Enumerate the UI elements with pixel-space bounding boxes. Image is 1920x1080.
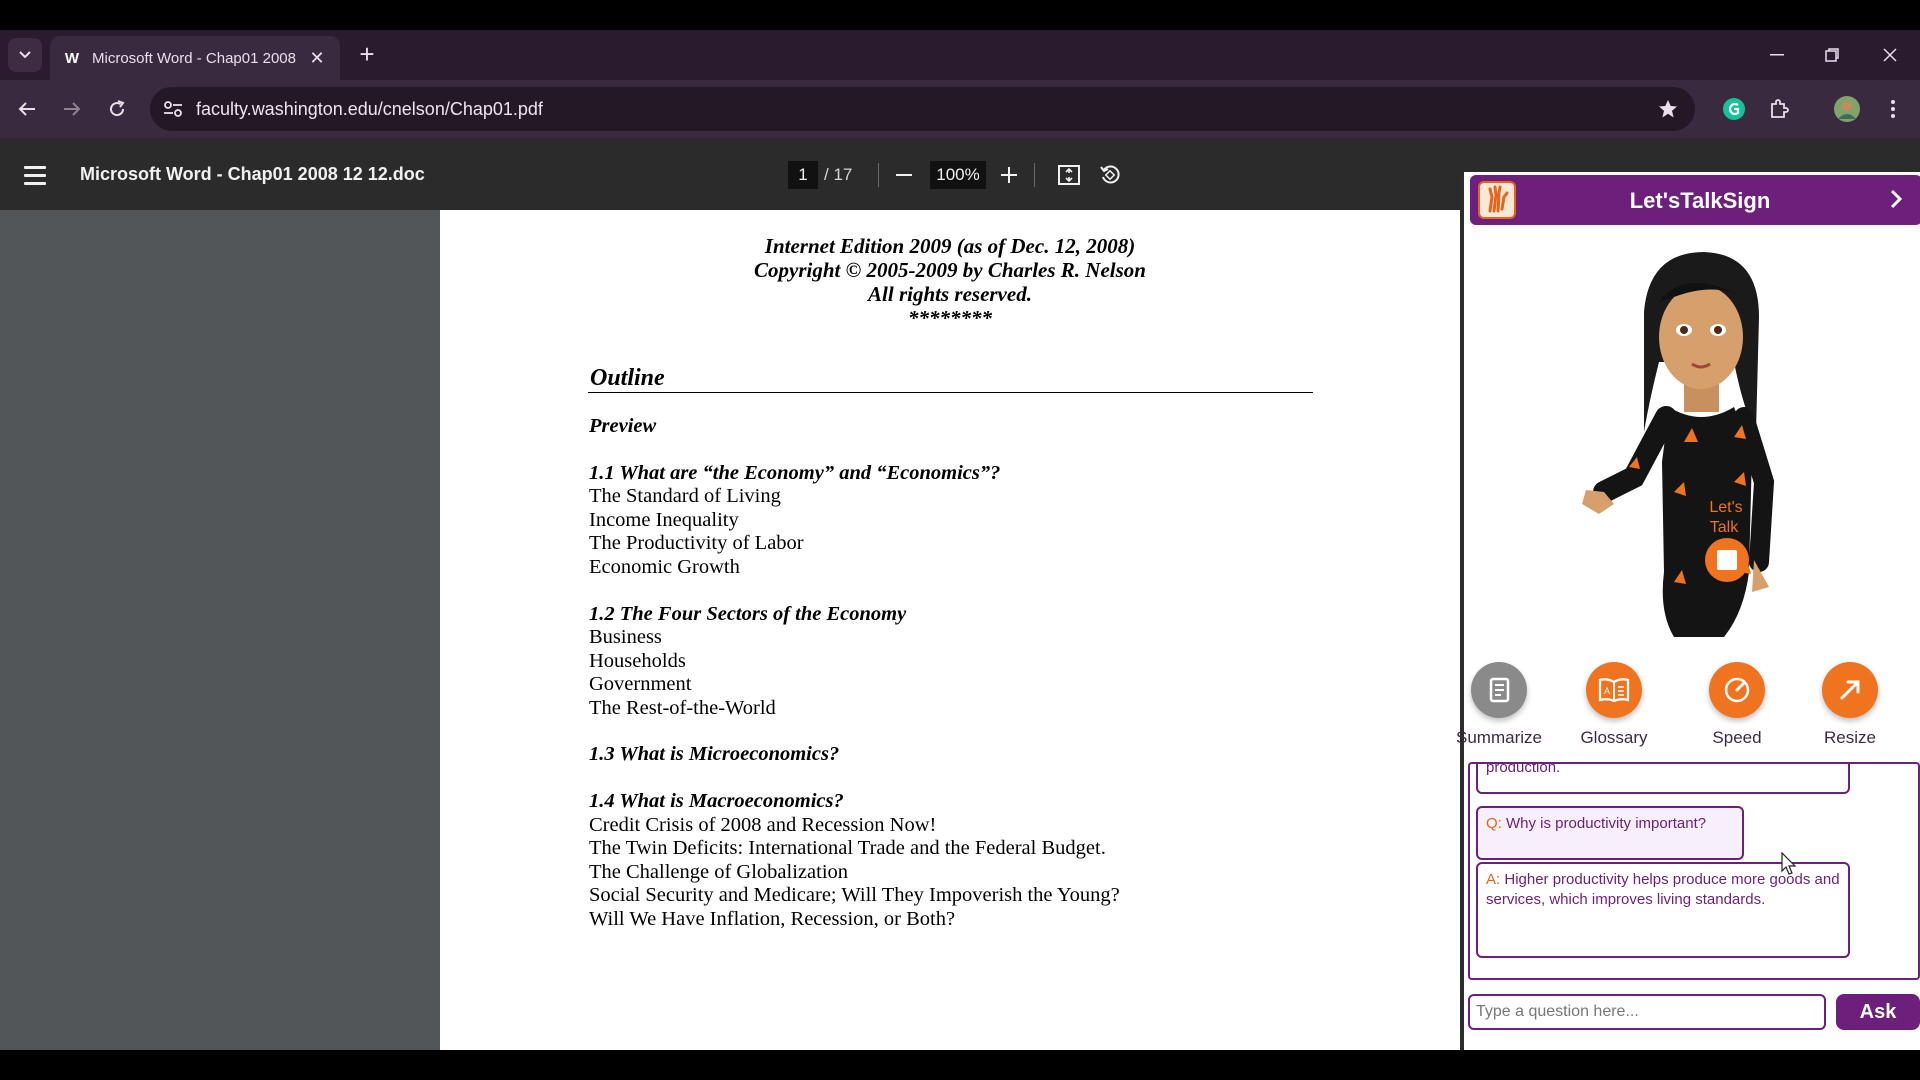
outline-line: Business	[589, 626, 662, 648]
outline-heading: Outline	[590, 365, 665, 391]
speed-gauge-icon	[1709, 662, 1765, 718]
rotate-icon[interactable]	[1095, 160, 1125, 190]
browser-tab[interactable]: W Microsoft Word - Chap01 2008 12 12.doc…	[50, 36, 340, 80]
outline-line: Income Inequality	[589, 509, 739, 531]
header-line: All rights reserved.	[868, 282, 1032, 306]
tab-strip: W Microsoft Word - Chap01 2008 12 12.doc…	[0, 30, 1920, 80]
forward-icon[interactable]	[55, 92, 89, 126]
answer-prefix: A:	[1486, 871, 1501, 888]
profile-avatar[interactable]	[1830, 92, 1864, 126]
outline-line: The Productivity of Labor	[589, 532, 804, 554]
pdf-title: Microsoft Word - Chap01 2008 12 12.doc	[80, 164, 425, 184]
svg-text:A: A	[1604, 686, 1610, 696]
tool-label: Resize	[1824, 728, 1876, 747]
answer-bubble-previous: production.	[1476, 762, 1850, 794]
outline-line: Preview	[589, 415, 657, 437]
glossary-book-icon: A	[1586, 662, 1642, 718]
zoom-input[interactable]: 100%	[930, 161, 986, 189]
site-info-icon[interactable]	[160, 96, 186, 122]
grammarly-icon[interactable]	[1717, 92, 1751, 126]
question-bubble: Q: Why is productivity important?	[1476, 806, 1744, 860]
question-prefix: Q:	[1486, 815, 1502, 832]
outline-line: 1.4 What is Macroeconomics?	[589, 790, 844, 812]
zoom-out-icon[interactable]	[889, 160, 919, 190]
letstalksign-panel: Let'sTalkSign Let's Talk Summarize A Glo…	[1456, 172, 1920, 1050]
outline-line: 1.3 What is Microeconomics?	[589, 743, 840, 765]
menu-dots-icon[interactable]	[1876, 92, 1910, 126]
chat-history[interactable]: production. Q: Why is productivity impor…	[1468, 762, 1920, 980]
zoom-in-icon[interactable]	[994, 160, 1024, 190]
header-line: Internet Edition 2009 (as of Dec. 12, 20…	[764, 234, 1136, 258]
close-icon[interactable]	[1870, 40, 1910, 70]
resize-arrow-icon	[1822, 662, 1878, 718]
back-icon[interactable]	[10, 92, 44, 126]
outline-line: Will We Have Inflation, Recession, or Bo…	[589, 908, 956, 930]
outline-line: The Rest-of-the-World	[589, 697, 776, 719]
tab-search-icon[interactable]	[8, 38, 42, 72]
dress-text: Talk	[1710, 519, 1739, 536]
address-bar[interactable]: faculty.washington.edu/cnelson/Chap01.pd…	[150, 87, 1695, 131]
fit-page-icon[interactable]	[1054, 160, 1084, 190]
ask-button[interactable]: Ask	[1836, 994, 1920, 1030]
tab-close-icon[interactable]: ✕	[306, 48, 328, 69]
outline-rule	[588, 392, 1313, 393]
word-favicon-icon: W	[64, 49, 80, 67]
tool-label: Glossary	[1580, 728, 1648, 747]
outline-line: The Twin Deficits: International Trade a…	[589, 837, 1106, 859]
outline-line: Credit Crisis of 2008 and Recession Now!	[589, 814, 937, 836]
toolbar-divider	[878, 163, 879, 187]
outline-line: Economic Growth	[589, 556, 740, 578]
toolbar-divider	[1034, 163, 1035, 187]
pdf-page: Internet Edition 2009 (as of Dec. 12, 20…	[440, 210, 1460, 1050]
tool-label: Summarize	[1456, 728, 1542, 747]
restore-icon[interactable]	[1812, 40, 1852, 70]
page-total: / 17	[824, 165, 853, 184]
outline-line: Households	[589, 650, 686, 672]
outline-line: Social Security and Medicare; Will They …	[589, 884, 1120, 906]
tab-title: Microsoft Word - Chap01 2008 12 12.doc	[92, 49, 297, 67]
outline-line: The Standard of Living	[589, 485, 781, 507]
speed-button[interactable]: Speed	[1682, 662, 1792, 748]
lts-header: Let'sTalkSign	[1470, 175, 1920, 225]
tool-label: Speed	[1712, 728, 1762, 747]
sign-language-avatar: Let's Talk	[1582, 252, 1775, 637]
dress-text: Let's	[1709, 499, 1742, 516]
lts-logo-icon	[1478, 181, 1516, 219]
stop-button[interactable]	[1705, 538, 1749, 582]
screen: W Microsoft Word - Chap01 2008 12 12.doc…	[0, 0, 1920, 1080]
minimize-icon[interactable]	[1757, 40, 1797, 70]
bookmark-star-icon[interactable]	[1655, 96, 1681, 122]
extensions-icon[interactable]	[1762, 92, 1796, 126]
outline-line: Government	[589, 673, 692, 695]
browser-toolbar: faculty.washington.edu/cnelson/Chap01.pd…	[0, 80, 1920, 138]
outline-line: The Challenge of Globalization	[589, 861, 849, 883]
outline-line: 1.2 The Four Sectors of the Economy	[589, 603, 907, 625]
lts-title: Let'sTalkSign	[1629, 188, 1771, 213]
answer-text: Higher productivity helps produce more g…	[1486, 871, 1840, 908]
summarize-icon	[1471, 662, 1527, 718]
resize-button[interactable]: Resize	[1795, 662, 1905, 748]
question-input[interactable]: Type a question here...	[1468, 994, 1826, 1030]
reload-icon[interactable]	[100, 92, 134, 126]
collapse-chevron-icon[interactable]	[1884, 187, 1908, 211]
glossary-button[interactable]: A Glossary	[1559, 662, 1669, 748]
outline-line: 1.1 What are “the Economy” and “Economic…	[589, 462, 1001, 484]
url-text: faculty.washington.edu/cnelson/Chap01.pd…	[196, 99, 543, 119]
summarize-button[interactable]: Summarize	[1444, 662, 1554, 748]
pdf-menu-icon[interactable]	[24, 160, 54, 190]
answer-bubble: A: Higher productivity helps produce mor…	[1476, 862, 1850, 958]
new-tab-icon[interactable]: +	[352, 40, 382, 70]
page-number-input[interactable]: 1	[788, 161, 818, 189]
header-line: ********	[908, 306, 992, 330]
header-line: Copyright © 2005-2009 by Charles R. Nels…	[754, 258, 1146, 282]
mouse-cursor-icon	[1781, 852, 1797, 875]
question-text: Why is productivity important?	[1506, 815, 1707, 832]
answer-fragment: production.	[1486, 762, 1561, 776]
